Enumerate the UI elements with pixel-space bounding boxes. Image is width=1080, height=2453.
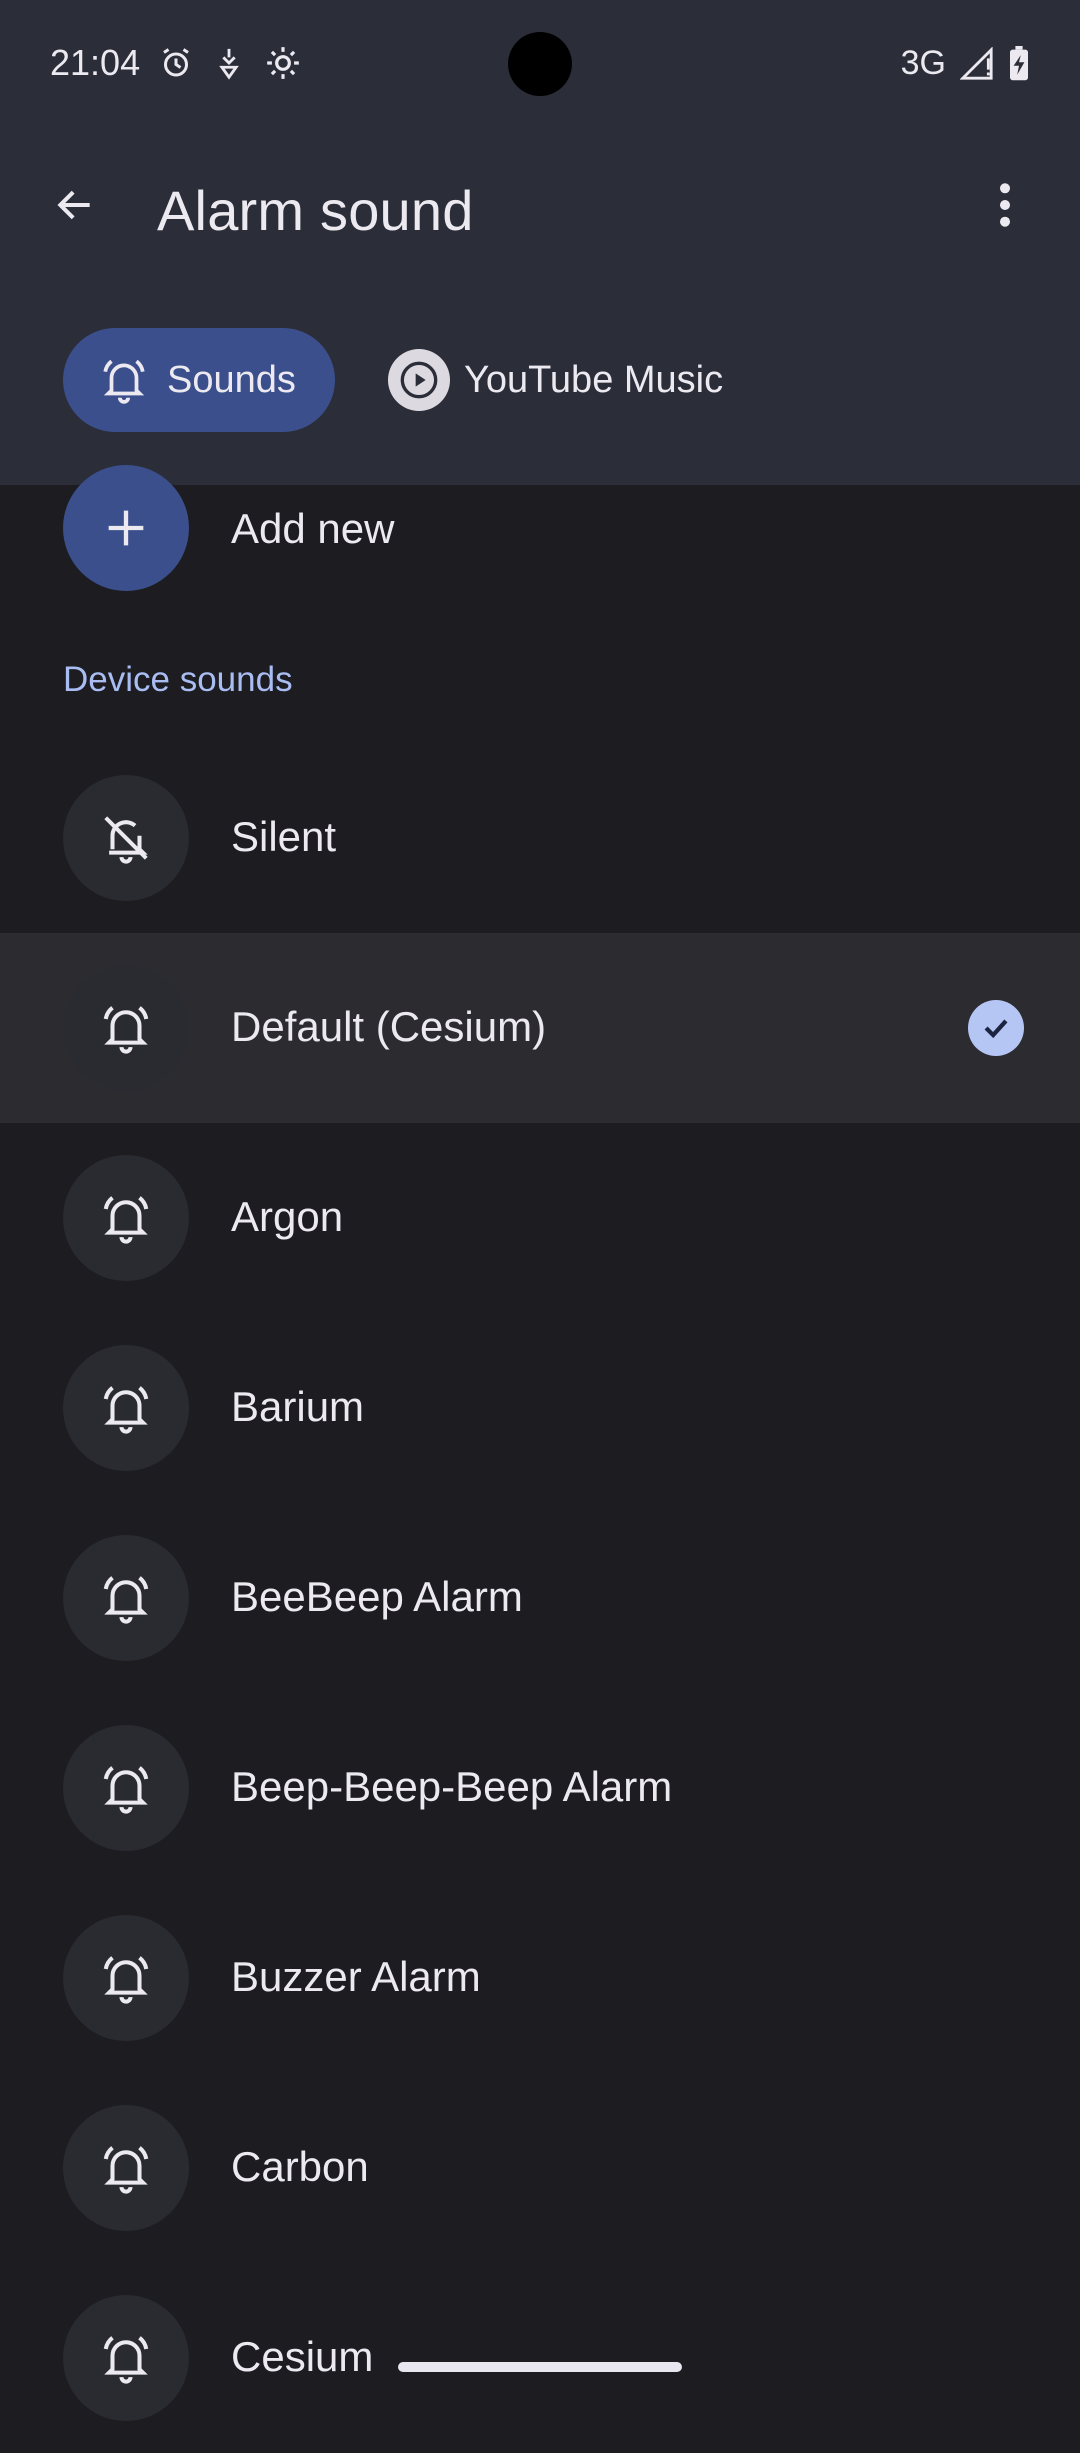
sound-label: Default (Cesium) bbox=[231, 1003, 547, 1050]
sound-label: Carbon bbox=[231, 2143, 369, 2190]
section-header-device-sounds: Device sounds bbox=[63, 660, 293, 699]
camera-cutout bbox=[508, 32, 572, 96]
sound-row-carbon[interactable]: Carbon bbox=[0, 2073, 1080, 2263]
add-new-row[interactable]: Add new bbox=[0, 465, 1080, 591]
sound-row-buzzer-alarm[interactable]: Buzzer Alarm bbox=[0, 1883, 1080, 2073]
settings-gear-icon bbox=[267, 47, 299, 79]
sound-label: Buzzer Alarm bbox=[231, 1953, 481, 2000]
sound-row-default-cesium[interactable]: Default (Cesium) bbox=[0, 933, 1080, 1123]
sound-row-argon[interactable]: Argon bbox=[0, 1123, 1080, 1313]
add-new-label: Add new bbox=[231, 505, 395, 552]
sound-row-beebeep-alarm[interactable]: BeeBeep Alarm bbox=[0, 1503, 1080, 1693]
more-vert-icon bbox=[999, 183, 1011, 227]
page-title: Alarm sound bbox=[157, 179, 474, 242]
sound-row-silent[interactable]: Silent bbox=[0, 743, 1080, 933]
alarm-bell-icon bbox=[63, 1915, 189, 2041]
battery-charging-icon bbox=[1010, 45, 1028, 80]
sound-label: Barium bbox=[231, 1383, 365, 1430]
sound-label: BeeBeep Alarm bbox=[231, 1573, 523, 1620]
sound-list: Add new Device sounds Silent Default (Ce… bbox=[0, 465, 1080, 2421]
alarm-bell-icon bbox=[63, 1155, 189, 1281]
sound-row-barium[interactable]: Barium bbox=[0, 1313, 1080, 1503]
sound-row-beep-beep-beep-alarm[interactable]: Beep-Beep-Beep Alarm bbox=[0, 1693, 1080, 1883]
status-icons-left bbox=[158, 44, 302, 82]
alarm-bell-icon bbox=[63, 1345, 189, 1471]
alarm-bell-icon bbox=[63, 2105, 189, 2231]
back-button[interactable] bbox=[40, 170, 110, 240]
alarm-bell-icon bbox=[63, 1535, 189, 1661]
check-circle-icon bbox=[968, 1000, 1024, 1056]
play-circle-icon bbox=[388, 349, 450, 411]
sound-label: Silent bbox=[231, 813, 337, 860]
alarm-icon bbox=[163, 48, 189, 77]
tab-sounds-label: Sounds bbox=[167, 358, 296, 401]
gesture-navigation-bar[interactable] bbox=[398, 2362, 682, 2372]
sound-label: Cesium bbox=[231, 2333, 374, 2380]
network-type: 3G bbox=[900, 44, 946, 82]
sound-label: Beep-Beep-Beep Alarm bbox=[231, 1763, 673, 1810]
top-app-area: 21:04 3G Alarm sound Sounds YouTube Musi… bbox=[0, 0, 1080, 485]
tab-youtube-music[interactable]: YouTube Music bbox=[388, 328, 723, 432]
signal-icon bbox=[960, 46, 993, 80]
sound-row-cesium[interactable]: Cesium bbox=[0, 2263, 1080, 2453]
bell-off-icon bbox=[63, 775, 189, 901]
source-tabs: Sounds YouTube Music bbox=[0, 328, 1080, 432]
more-options-button[interactable] bbox=[970, 170, 1040, 240]
location-icon bbox=[219, 48, 239, 80]
status-time: 21:04 bbox=[50, 42, 141, 83]
alarm-bell-icon bbox=[103, 359, 145, 404]
tab-sounds[interactable]: Sounds bbox=[63, 328, 335, 432]
tab-youtube-music-label: YouTube Music bbox=[464, 358, 724, 401]
status-bar: 21:04 3G bbox=[0, 0, 1080, 130]
plus-icon bbox=[63, 465, 189, 591]
alarm-bell-icon bbox=[63, 1725, 189, 1851]
alarm-bell-icon bbox=[63, 965, 189, 1091]
arrow-back-icon bbox=[57, 190, 90, 220]
status-icons-right: 3G bbox=[901, 44, 1030, 83]
alarm-bell-icon bbox=[63, 2295, 189, 2421]
sound-label: Argon bbox=[231, 1193, 344, 1240]
app-bar: Alarm sound bbox=[0, 150, 1080, 270]
